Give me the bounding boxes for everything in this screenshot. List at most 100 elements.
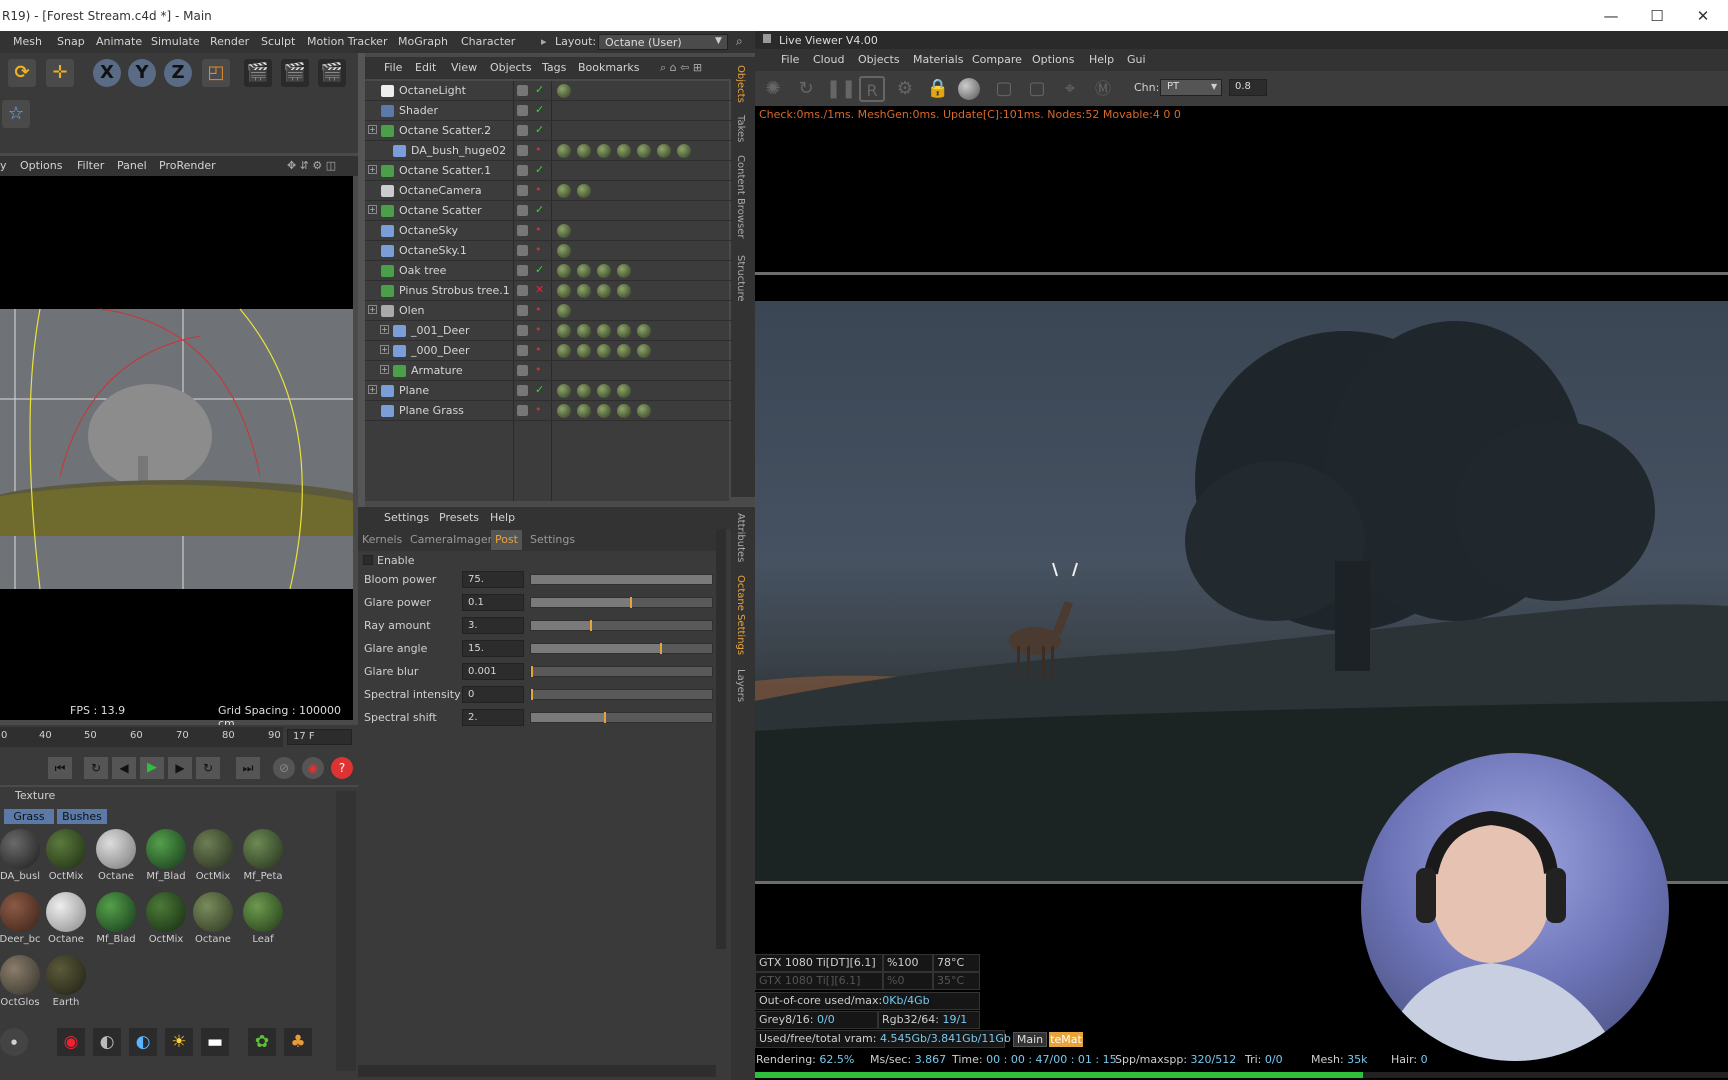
- layer-icon[interactable]: [517, 225, 528, 236]
- lv-menu-help[interactable]: Help: [1089, 49, 1114, 71]
- object-row[interactable]: OctaneSky.1 •: [365, 241, 733, 261]
- next-key-icon[interactable]: ↻: [196, 757, 220, 779]
- side-tab-content-browser[interactable]: Content Browser: [735, 155, 746, 238]
- settings-gear-icon[interactable]: ⚙: [892, 76, 918, 102]
- expand-toggle-icon[interactable]: +: [368, 125, 377, 134]
- lv-menu-file[interactable]: File: [781, 49, 799, 71]
- object-name[interactable]: OctaneSky.1: [399, 244, 467, 257]
- object-row[interactable]: + Octane Scatter.2 ✓: [365, 121, 733, 141]
- material-tag-icon[interactable]: [597, 344, 611, 358]
- object-name[interactable]: _001_Deer: [411, 324, 470, 337]
- object-name[interactable]: OctaneLight: [399, 84, 466, 97]
- material-swatch[interactable]: OctMix: [43, 827, 89, 887]
- render-picture-viewer-icon[interactable]: 🎬: [281, 59, 309, 87]
- enabled-check-icon[interactable]: ✓: [535, 83, 544, 96]
- axis-x-button[interactable]: X: [93, 59, 121, 87]
- lv-menu-gui[interactable]: Gui: [1127, 49, 1146, 71]
- material-tag-icon[interactable]: [557, 244, 571, 258]
- object-row[interactable]: + Octane Scatter ✓: [365, 201, 733, 221]
- expand-toggle-icon[interactable]: +: [368, 305, 377, 314]
- material-tag-icon[interactable]: [577, 184, 591, 198]
- enabled-check-icon[interactable]: ✓: [535, 103, 544, 116]
- material-tag-icon[interactable]: [637, 324, 651, 338]
- slider-handle[interactable]: [531, 666, 533, 677]
- object-row[interactable]: + Armature •: [365, 361, 733, 381]
- material-tag-icon[interactable]: [617, 264, 631, 278]
- material-tag-icon[interactable]: [617, 384, 631, 398]
- next-frame-icon[interactable]: ▶: [168, 757, 192, 779]
- material-tag-icon[interactable]: [577, 324, 591, 338]
- material-swatch[interactable]: Mf_Blad: [93, 890, 139, 950]
- object-row[interactable]: OctaneLight ✓: [365, 81, 733, 101]
- layer-icon[interactable]: [517, 245, 528, 256]
- lv-menu-compare[interactable]: Compare: [972, 49, 1022, 71]
- object-row[interactable]: + Plane ✓: [365, 381, 733, 401]
- material-tag-icon[interactable]: [597, 284, 611, 298]
- tab-livemat[interactable]: teMat: [1049, 1032, 1083, 1047]
- object-row[interactable]: + Octane Scatter.1 ✓: [365, 161, 733, 181]
- move-icon[interactable]: ✛: [46, 59, 74, 87]
- object-row[interactable]: Oak tree ✓: [365, 261, 733, 281]
- setting-value-field[interactable]: 2.: [462, 709, 524, 726]
- expand-toggle-icon[interactable]: +: [368, 165, 377, 174]
- material-tab-bushes[interactable]: Bushes: [57, 809, 107, 824]
- area-light-icon[interactable]: ▬: [201, 1028, 229, 1056]
- enabled-check-icon[interactable]: ✓: [535, 383, 544, 396]
- viewport-menu-filter[interactable]: Filter: [77, 156, 104, 176]
- setting-value-field[interactable]: 3.: [462, 617, 524, 634]
- expand-toggle-icon[interactable]: +: [368, 385, 377, 394]
- close-button[interactable]: ✕: [1680, 4, 1726, 28]
- visibility-dot-icon[interactable]: •: [535, 143, 542, 156]
- lock-icon[interactable]: 🔒: [925, 76, 951, 102]
- material-swatch[interactable]: OctGlos: [0, 953, 43, 1013]
- material-tag-icon[interactable]: [597, 324, 611, 338]
- previous-frame-icon[interactable]: ◀: [112, 757, 136, 779]
- setting-slider[interactable]: [530, 643, 713, 654]
- object-name[interactable]: Olen: [399, 304, 424, 317]
- enabled-check-icon[interactable]: ✓: [535, 163, 544, 176]
- tab-main[interactable]: Main: [1013, 1032, 1047, 1047]
- enabled-check-icon[interactable]: ✓: [535, 263, 544, 276]
- setting-slider[interactable]: [530, 712, 713, 723]
- slider-handle[interactable]: [604, 712, 607, 723]
- layer-icon[interactable]: [517, 165, 528, 176]
- material-tag-icon[interactable]: [577, 284, 591, 298]
- attr-menu-help[interactable]: Help: [490, 507, 515, 529]
- layer-icon[interactable]: [517, 345, 528, 356]
- viewport-menu-prorender[interactable]: ProRender: [159, 156, 216, 176]
- visibility-dot-icon[interactable]: •: [535, 343, 542, 356]
- attr-menu-presets[interactable]: Presets: [439, 507, 479, 529]
- material-tag-icon[interactable]: [617, 284, 631, 298]
- play-icon[interactable]: ▶: [140, 757, 164, 779]
- material-tag-icon[interactable]: [597, 144, 611, 158]
- object-name[interactable]: _000_Deer: [411, 344, 470, 357]
- object-row[interactable]: + Olen •: [365, 301, 733, 321]
- clay-mode-icon[interactable]: ▢: [991, 76, 1017, 102]
- expand-toggle-icon[interactable]: +: [380, 345, 389, 354]
- object-name[interactable]: Shader: [399, 104, 438, 117]
- layer-icon[interactable]: [517, 85, 528, 96]
- layer-icon[interactable]: [517, 145, 528, 156]
- menu-character[interactable]: Character: [461, 31, 515, 53]
- object-name[interactable]: Oak tree: [399, 264, 446, 277]
- visibility-dot-icon[interactable]: •: [535, 223, 542, 236]
- material-swatch[interactable]: Leaf: [240, 890, 286, 950]
- lv-menu-materials[interactable]: Materials: [913, 49, 963, 71]
- objmgr-menu-file[interactable]: File: [384, 57, 402, 79]
- layer-icon[interactable]: [517, 365, 528, 376]
- blender-logo-icon[interactable]: ●: [0, 1028, 28, 1056]
- render-viewport[interactable]: Check:0ms./1ms. MeshGen:0ms. Update[C]:1…: [755, 106, 1728, 1080]
- material-tag-icon[interactable]: [557, 224, 571, 238]
- object-name[interactable]: Armature: [411, 364, 463, 377]
- menu-simulate[interactable]: Simulate: [151, 31, 200, 53]
- setting-slider[interactable]: [530, 597, 713, 608]
- material-swatch[interactable]: OctMix: [190, 827, 236, 887]
- go-to-start-icon[interactable]: ⏮: [48, 757, 72, 779]
- menu-snap[interactable]: Snap: [57, 31, 85, 53]
- material-tag-icon[interactable]: [617, 404, 631, 418]
- object-row[interactable]: OctaneSky •: [365, 221, 733, 241]
- settings-scrollbar[interactable]: [716, 529, 726, 949]
- material-tag-icon[interactable]: [637, 404, 651, 418]
- material-tag-icon[interactable]: [597, 264, 611, 278]
- side-tab-attributes[interactable]: Attributes: [735, 513, 746, 562]
